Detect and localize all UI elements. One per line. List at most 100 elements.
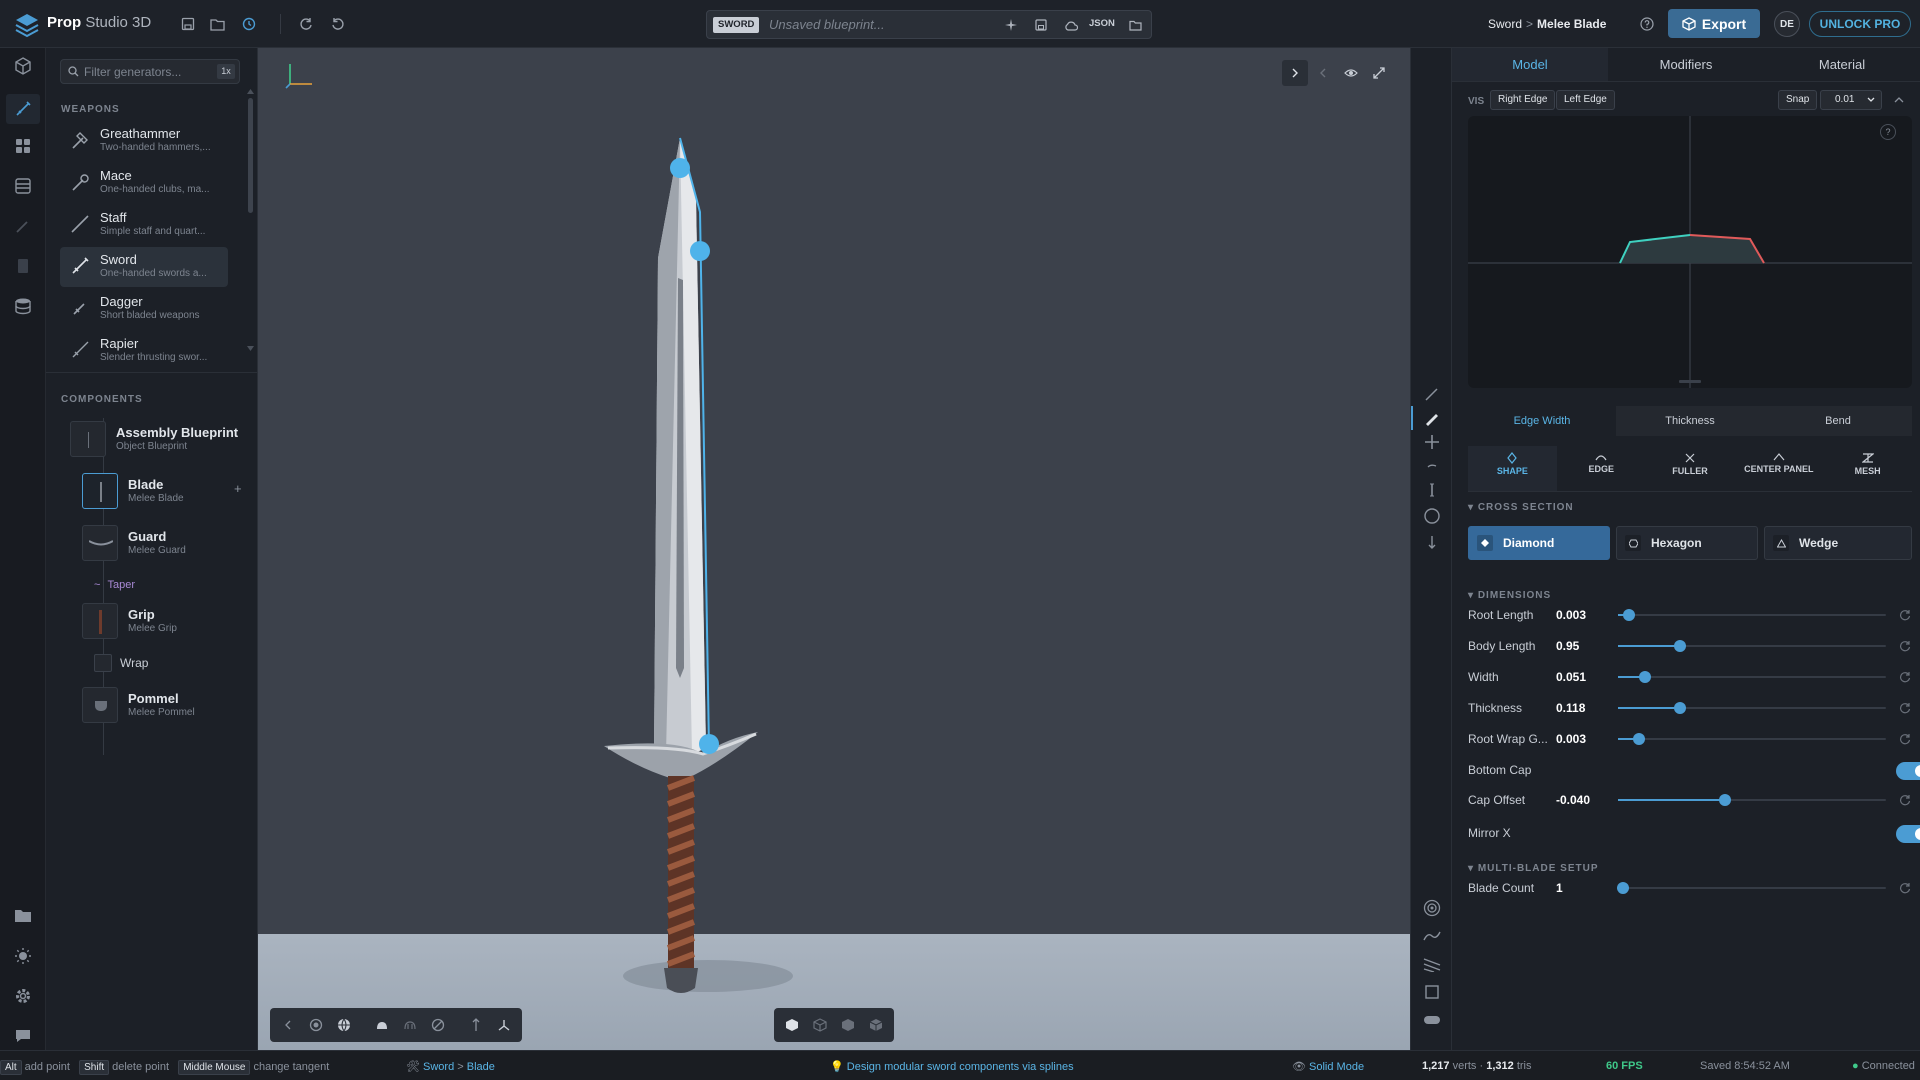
slider-knob[interactable] (1622, 609, 1635, 621)
sphere-icon[interactable] (304, 1013, 328, 1037)
redo-icon[interactable] (295, 13, 317, 35)
undo-icon[interactable] (327, 13, 349, 35)
grid-icon[interactable] (11, 134, 35, 158)
mode-center-panel[interactable]: CENTER PANEL (1734, 446, 1823, 491)
bottom-cap-toggle[interactable] (1896, 762, 1920, 780)
reset-icon[interactable] (1898, 701, 1912, 715)
move-icon[interactable] (464, 1013, 488, 1037)
graph-help-icon[interactable]: ? (1880, 124, 1896, 140)
generator-scrollbar[interactable] (247, 88, 254, 353)
slider-knob[interactable] (1633, 733, 1646, 745)
tab-model[interactable]: Model (1452, 48, 1608, 82)
unlock-pro-button[interactable]: UNLOCK PRO (1809, 11, 1911, 37)
fullscreen-icon[interactable] (1366, 60, 1392, 86)
draw-tool-icon[interactable] (1411, 406, 1451, 430)
generator-sword[interactable]: Sword One-handed swords a... (60, 247, 228, 287)
mode-mesh[interactable]: MESH (1823, 446, 1912, 491)
history-icon[interactable] (238, 13, 260, 35)
filter-input[interactable]: Filter generators... 1x (60, 59, 240, 84)
globe-icon[interactable] (332, 1013, 356, 1037)
wireframe-hat-icon[interactable] (398, 1013, 422, 1037)
dimension-value[interactable]: 0.003 (1556, 608, 1586, 622)
avatar[interactable]: DE (1774, 11, 1800, 37)
3d-viewport[interactable] (258, 48, 1410, 1050)
dimension-value[interactable]: 0.118 (1556, 701, 1585, 715)
tab-thickness[interactable]: Thickness (1616, 406, 1764, 436)
component-grip[interactable]: Grip Melee Grip (82, 601, 252, 641)
save-icon[interactable] (177, 13, 199, 35)
pen-tool-icon[interactable] (1420, 382, 1444, 406)
dimension-slider[interactable] (1618, 733, 1886, 745)
tab-edge-width[interactable]: Edge Width (1468, 406, 1616, 436)
brush-icon[interactable] (11, 214, 35, 238)
line-tool-icon[interactable] (1420, 478, 1444, 502)
mode-shape[interactable]: SHAPE (1468, 446, 1557, 491)
axes-icon[interactable] (492, 1013, 516, 1037)
slider-knob[interactable] (1617, 882, 1630, 894)
folder-icon[interactable] (206, 13, 228, 35)
help-icon[interactable] (1636, 13, 1658, 35)
add-icon[interactable]: + (234, 481, 242, 496)
gear-icon[interactable] (11, 984, 35, 1008)
chevron-up-icon[interactable] (1894, 96, 1904, 104)
cross-section-wedge[interactable]: Wedge (1764, 526, 1912, 560)
cap-offset-slider[interactable] (1618, 794, 1886, 806)
solid-cube-icon[interactable] (780, 1013, 804, 1037)
cap-offset-value[interactable]: -0.040 (1556, 793, 1590, 807)
pin-tool-icon[interactable] (1420, 530, 1444, 554)
scrollbar-thumb[interactable] (248, 98, 253, 213)
slider-knob[interactable] (1673, 702, 1686, 714)
reset-icon[interactable] (1898, 793, 1912, 807)
generator-greathammer[interactable]: Greathammer Two-handed hammers,... (60, 121, 228, 161)
dimension-slider[interactable] (1618, 609, 1886, 621)
target-icon[interactable] (1420, 896, 1444, 920)
blueprint-bar[interactable]: SWORD Unsaved blueprint... JSON (706, 10, 1152, 39)
dimension-value[interactable]: 0.95 (1556, 639, 1579, 653)
slider-knob[interactable] (1719, 794, 1732, 806)
eye-icon[interactable] (1338, 60, 1364, 86)
textured-cube-icon[interactable] (864, 1013, 888, 1037)
tilde-tool-icon[interactable] (1420, 454, 1444, 478)
wire-cube-icon[interactable] (808, 1013, 832, 1037)
right-edge-toggle[interactable]: Right Edge (1490, 90, 1556, 110)
component-guard[interactable]: Guard Melee Guard (82, 523, 252, 563)
reset-icon[interactable] (1898, 608, 1912, 622)
reset-icon[interactable] (1898, 732, 1912, 746)
generator-staff[interactable]: Staff Simple staff and quart... (60, 205, 228, 245)
edge-width-graph[interactable]: ? (1468, 116, 1912, 388)
chevron-right-icon[interactable] (1282, 60, 1308, 86)
mode-edge[interactable]: EDGE (1557, 446, 1646, 491)
dimension-slider[interactable] (1618, 702, 1886, 714)
left-edge-toggle[interactable]: Left Edge (1556, 90, 1615, 110)
slash-circle-icon[interactable] (426, 1013, 450, 1037)
generator-rapier[interactable]: Rapier Slender thrusting swor... (60, 331, 228, 371)
component-blade[interactable]: Blade Melee Blade + (82, 471, 252, 511)
hat-icon[interactable] (370, 1013, 394, 1037)
reset-icon[interactable] (1898, 670, 1912, 684)
frame-icon[interactable] (1420, 980, 1444, 1004)
component-taper[interactable]: ~ Taper (94, 575, 244, 597)
reset-icon[interactable] (1898, 639, 1912, 653)
open-folder-icon[interactable] (1127, 17, 1143, 33)
xray-cube-icon[interactable] (836, 1013, 860, 1037)
blade-count-slider[interactable] (1617, 882, 1886, 894)
component-assembly[interactable]: Assembly Blueprint Object Blueprint (70, 419, 250, 459)
mode-fuller[interactable]: FULLER (1646, 446, 1735, 491)
layers-icon[interactable] (11, 174, 35, 198)
slider-knob[interactable] (1673, 640, 1686, 652)
scroll-down-icon[interactable] (247, 346, 254, 352)
dimension-slider[interactable] (1618, 671, 1886, 683)
generator-dagger[interactable]: Dagger Short bladed weapons (60, 289, 228, 329)
hatch-icon[interactable] (1420, 952, 1444, 976)
sword-tool-icon[interactable] (6, 94, 40, 124)
snap-toggle[interactable]: Snap (1778, 90, 1818, 110)
database-icon[interactable] (11, 294, 35, 318)
dimension-value[interactable]: 0.003 (1556, 732, 1586, 746)
export-button[interactable]: Export (1668, 9, 1760, 38)
blueprint-name[interactable]: Unsaved blueprint... (769, 17, 885, 32)
blade-count-value[interactable]: 1 (1556, 881, 1563, 895)
save-blueprint-icon[interactable] (1033, 17, 1049, 33)
json-button[interactable]: JSON (1089, 18, 1115, 29)
reset-icon[interactable] (1898, 881, 1912, 895)
slider-knob[interactable] (1638, 671, 1651, 683)
